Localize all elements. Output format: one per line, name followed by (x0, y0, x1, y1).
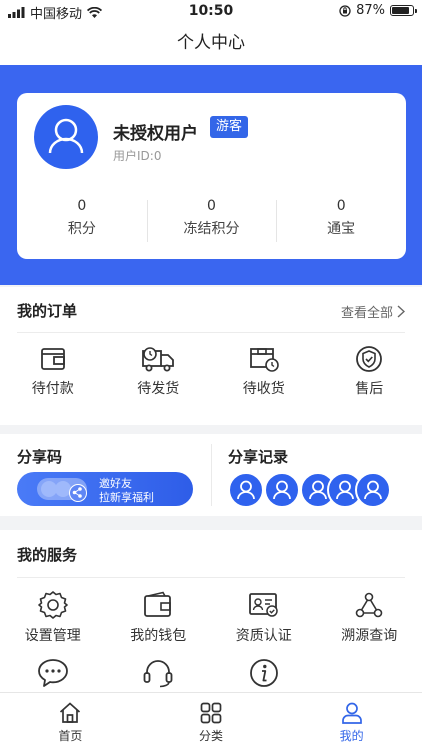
shield-check-icon (356, 346, 383, 372)
service-label: 溯源查询 (341, 628, 398, 644)
user-icon (341, 702, 362, 724)
orientation-lock-icon (339, 4, 351, 17)
service-wallet[interactable]: 我的钱包 (106, 590, 212, 645)
battery-icon (390, 5, 417, 16)
stat-tongbao[interactable]: 0 通宝 (276, 196, 406, 246)
order-pending-payment[interactable]: 待付款 (0, 345, 106, 398)
share-code-title: 分享码 (17, 448, 63, 466)
avatar (355, 472, 391, 508)
stat-frozen-points[interactable]: 0 冻结积分 (146, 196, 277, 246)
avatar (264, 472, 300, 508)
bottom-tab-bar: 首页 分类 我的 (0, 692, 422, 750)
invite-line2: 拉新享福利 (99, 491, 154, 504)
tab-label: 分类 (199, 729, 224, 743)
divider (17, 577, 405, 578)
tab-category[interactable]: 分类 (141, 693, 282, 750)
order-label: 待发货 (137, 381, 180, 397)
stats-row: 0 积分 0 冻结积分 0 通宝 (17, 196, 406, 246)
stat-label: 冻结积分 (183, 221, 240, 237)
tab-label: 首页 (58, 729, 83, 743)
share-records-title: 分享记录 (228, 448, 289, 466)
wallet-icon (40, 348, 65, 370)
grid-icon (200, 702, 222, 724)
service-label: 设置管理 (24, 628, 81, 644)
stat-value: 0 (77, 198, 87, 214)
headset-icon (143, 660, 173, 688)
stat-points[interactable]: 0 积分 (17, 196, 147, 246)
service-chat[interactable] (0, 658, 106, 688)
order-pending-shipment[interactable]: 待发货 (106, 345, 212, 398)
order-after-sales[interactable]: 售后 (317, 345, 422, 398)
view-all-orders-link[interactable]: 查看全部 (341, 302, 405, 321)
guest-badge: 游客 (210, 116, 249, 138)
service-about[interactable] (211, 658, 317, 688)
divider (17, 332, 405, 333)
share-section: 分享码 邀好友 拉新享福利 分享记录 (0, 434, 422, 516)
user-id: 用户ID:0 (113, 149, 162, 163)
service-certification[interactable]: 资质认证 (211, 590, 317, 645)
status-bar: 中国移动 10:50 87% (0, 0, 422, 22)
chat-bubble-icon (37, 659, 68, 687)
stat-value: 0 (336, 198, 346, 214)
battery-percent: 87% (356, 3, 385, 18)
service-trace-query[interactable]: 溯源查询 (317, 590, 422, 645)
user-avatar-icon (364, 480, 382, 500)
stat-value: 0 (207, 198, 216, 214)
user-name: 未授权用户 (113, 124, 198, 144)
view-all-label: 查看全部 (340, 306, 393, 321)
user-avatar-icon (48, 118, 84, 154)
invite-friends-banner[interactable]: 邀好友 拉新享福利 (17, 472, 193, 506)
orders-section: 我的订单 查看全部 待付款 待发货 待收货 售后 (0, 287, 422, 425)
service-customer-support[interactable] (106, 658, 212, 688)
order-pending-receipt[interactable]: 待收货 (211, 345, 317, 398)
user-avatar-icon (237, 480, 255, 500)
receive-box-icon (249, 348, 279, 372)
chevron-right-icon (397, 305, 405, 318)
stat-label: 积分 (67, 221, 96, 237)
order-status-row: 待付款 待发货 待收货 售后 (0, 345, 422, 398)
stat-label: 通宝 (327, 221, 356, 237)
trace-network-icon (355, 592, 383, 618)
status-right: 87% (339, 3, 417, 18)
avatar (228, 472, 264, 508)
wallet-icon (144, 591, 172, 617)
service-label: 我的钱包 (130, 628, 187, 644)
services-row-1: 设置管理 我的钱包 资质认证 溯源查询 (0, 590, 422, 645)
tab-home[interactable]: 首页 (0, 693, 141, 750)
order-label: 售后 (355, 381, 384, 397)
order-label: 待收货 (242, 381, 285, 397)
certificate-icon (248, 593, 278, 617)
gear-icon (37, 591, 68, 619)
truck-icon (142, 347, 175, 372)
page-title: 个人中心 (0, 22, 422, 65)
services-section: 我的服务 设置管理 我的钱包 资质认证 溯源查询 (0, 530, 422, 692)
divider (211, 444, 212, 506)
order-label: 待付款 (31, 381, 74, 397)
avatar[interactable] (34, 105, 98, 169)
profile-card[interactable]: 未授权用户 游客 用户ID:0 0 积分 0 冻结积分 0 通宝 (17, 93, 406, 259)
user-avatar-icon (273, 480, 291, 500)
services-row-2 (0, 658, 422, 688)
tab-label: 我的 (339, 729, 364, 743)
services-title: 我的服务 (17, 546, 78, 564)
service-settings[interactable]: 设置管理 (0, 590, 106, 645)
info-icon (249, 659, 278, 687)
service-empty-slot (317, 658, 422, 688)
orders-title: 我的订单 (17, 302, 78, 320)
share-icon (69, 484, 87, 502)
service-label: 资质认证 (235, 628, 292, 644)
home-icon (60, 702, 81, 723)
tab-mine[interactable]: 我的 (281, 693, 422, 750)
